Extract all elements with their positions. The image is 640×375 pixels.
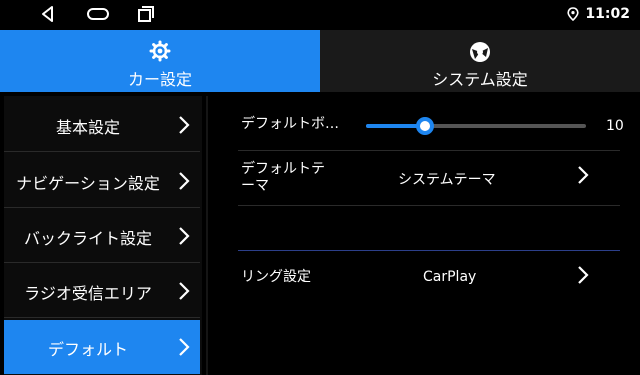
- gear-icon: [149, 40, 171, 62]
- default-theme-value: システムテーマ: [398, 172, 496, 188]
- chevron-right-icon: [578, 266, 589, 284]
- sidebar-item-label: 基本設定: [55, 118, 120, 137]
- clock: 11:02: [585, 6, 630, 22]
- top-tabs: カー設定 システム設定: [0, 30, 640, 92]
- sidebar-item-label: デフォルト: [47, 340, 128, 359]
- sidebar-item-basic[interactable]: 基本設定: [4, 98, 200, 152]
- sidebar: 基本設定 ナビゲーション設定 バックライト設定 ラジオ受信エリア デフォルト: [4, 96, 202, 375]
- chevron-right-icon: [179, 338, 190, 356]
- volume-value: 10: [606, 118, 624, 134]
- status-bar: 11:02: [0, 0, 640, 30]
- ring-settings-value: CarPlay: [423, 269, 477, 285]
- tab-system-settings[interactable]: システム設定: [320, 30, 640, 92]
- default-theme-label-line1: デフォルトテ: [241, 161, 325, 177]
- default-theme-label-line2: ーマ: [241, 178, 269, 194]
- recents-icon[interactable]: [136, 4, 156, 24]
- chevron-right-icon: [179, 282, 190, 300]
- tab-car-settings[interactable]: カー設定: [0, 30, 320, 92]
- chevron-right-icon: [578, 166, 589, 184]
- default-volume-label: デフォルトボ…: [241, 116, 339, 132]
- tab-label: カー設定: [127, 70, 192, 89]
- sidebar-item-label: ラジオ受信エリア: [24, 284, 152, 303]
- sidebar-item-backlight[interactable]: バックライト設定: [4, 209, 200, 263]
- back-icon[interactable]: [38, 4, 58, 24]
- system-settings-icon: [470, 42, 490, 62]
- chevron-right-icon: [179, 172, 190, 190]
- tab-label: システム設定: [432, 70, 528, 89]
- home-icon[interactable]: [86, 4, 110, 24]
- sidebar-item-navigation[interactable]: ナビゲーション設定: [4, 154, 200, 208]
- row-divider-accent: [238, 250, 620, 251]
- row-divider: [238, 205, 620, 206]
- ring-settings-label: リング設定: [241, 269, 311, 285]
- location-icon: [567, 7, 580, 21]
- default-theme-label: デフォルトテ ーマ: [241, 161, 325, 195]
- volume-slider-thumb[interactable]: [416, 117, 435, 135]
- sidebar-item-default[interactable]: デフォルト: [4, 320, 200, 374]
- default-theme-row[interactable]: デフォルトテ ーマ システムテーマ: [238, 151, 620, 205]
- sidebar-item-label: ナビゲーション設定: [16, 174, 160, 193]
- sidebar-item-label: バックライト設定: [23, 229, 152, 248]
- chevron-right-icon: [179, 227, 190, 245]
- volume-slider[interactable]: [366, 117, 586, 135]
- sidebar-item-radio-area[interactable]: ラジオ受信エリア: [4, 264, 200, 318]
- ring-settings-row[interactable]: リング設定 CarPlay: [238, 252, 620, 306]
- settings-panel: デフォルトボ… 10 デフォルトテ ーマ システムテーマ リング設定 CarPl…: [208, 96, 640, 375]
- chevron-right-icon: [179, 116, 190, 134]
- default-volume-row: デフォルトボ… 10: [238, 96, 624, 150]
